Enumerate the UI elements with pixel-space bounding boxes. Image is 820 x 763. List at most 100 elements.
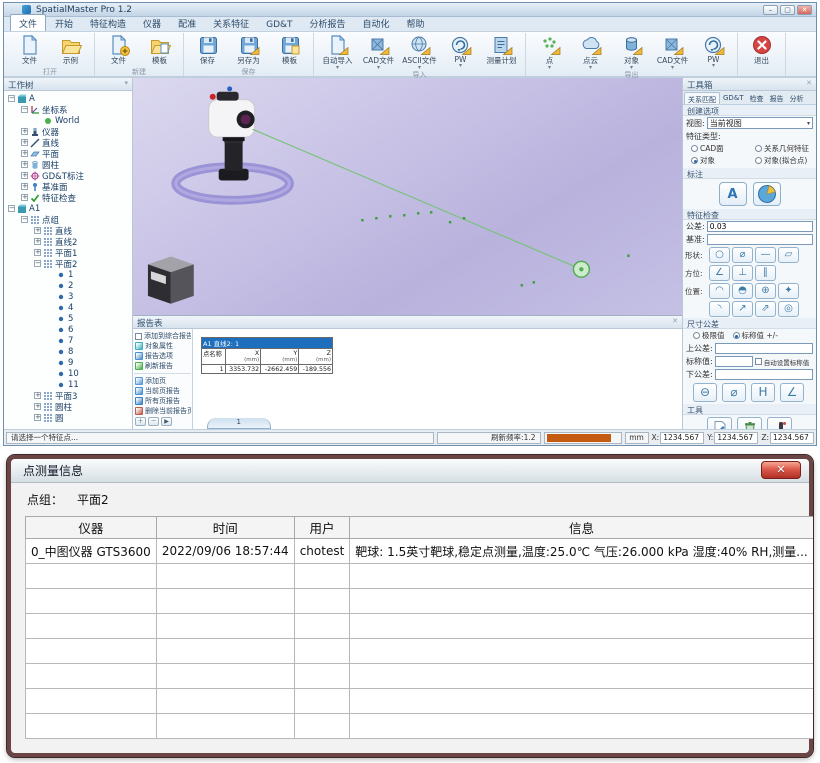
- tree-node-直线[interactable]: +直线: [4, 225, 132, 236]
- tree-node-仪器[interactable]: +仪器: [4, 126, 132, 137]
- report-sidebar-item-2[interactable]: 报告选项: [134, 351, 191, 361]
- tree-node-直线2[interactable]: +直线2: [4, 236, 132, 247]
- dialog-title-bar[interactable]: 点测量信息 ✕: [11, 459, 809, 483]
- tree-node-World[interactable]: World: [4, 115, 132, 126]
- gdt-symbol-button-1-0[interactable]: ∠: [709, 265, 730, 281]
- menu-tab-0[interactable]: 文件: [10, 14, 46, 31]
- gdt-symbol-button-1-2[interactable]: ∥: [755, 265, 776, 281]
- toolbox-tab-0[interactable]: 关系匹配: [684, 92, 720, 104]
- dialog-data-row[interactable]: 0_中图仪器 GTS36002022/09/06 18:57:44chotest…: [26, 539, 814, 564]
- feature-type-radio-1[interactable]: 关系几何特征: [755, 143, 814, 154]
- tree-node-2[interactable]: 2: [4, 280, 132, 291]
- menu-tab-8[interactable]: 自动化: [355, 15, 398, 31]
- ribbon-button-import-plan[interactable]: 测量计划: [481, 33, 522, 66]
- datum-input[interactable]: [707, 234, 813, 245]
- collapse-icon[interactable]: −: [21, 216, 28, 223]
- expand-icon[interactable]: +: [34, 403, 41, 410]
- expand-icon[interactable]: +: [34, 227, 41, 234]
- tree-node-A1[interactable]: −A1: [4, 203, 132, 214]
- label-annotation-button[interactable]: A: [719, 182, 747, 206]
- ribbon-button-save[interactable]: 保存: [187, 33, 228, 66]
- gdt-symbol-button-3-3[interactable]: ◎: [778, 301, 799, 317]
- edit-report-button[interactable]: [707, 417, 732, 429]
- menu-tab-1[interactable]: 开始: [47, 15, 81, 31]
- tree-node-圆柱[interactable]: +圆柱: [4, 159, 132, 170]
- status-unit[interactable]: mm: [625, 432, 649, 444]
- upper-tolerance-input[interactable]: [715, 343, 813, 354]
- gdt-symbol-button-0-0[interactable]: ○: [709, 247, 730, 263]
- gdt-symbol-button-3-1[interactable]: ↗: [732, 301, 753, 317]
- gdt-symbol-button-0-1[interactable]: ⌀: [732, 247, 753, 263]
- report-sidebar-item-3[interactable]: 刷新报告: [134, 361, 191, 371]
- ribbon-button-export-object[interactable]: 对象▾: [611, 33, 652, 70]
- collapse-icon[interactable]: −: [8, 205, 15, 212]
- tree-node-平面1[interactable]: +平面1: [4, 247, 132, 258]
- expand-icon[interactable]: +: [34, 414, 41, 421]
- toolbox-tab-1[interactable]: GD&T: [720, 92, 747, 104]
- expand-icon[interactable]: +: [21, 161, 28, 168]
- gdt-symbol-button-3-2[interactable]: ⇗: [755, 301, 776, 317]
- expand-icon[interactable]: +: [21, 150, 28, 157]
- ribbon-button-export-pw[interactable]: PW▾: [693, 33, 734, 68]
- feature-type-radio-2[interactable]: 对象: [691, 155, 755, 166]
- panel-pin-icon[interactable]: ▾: [124, 79, 128, 89]
- pie-view-button[interactable]: [753, 182, 781, 206]
- dim-symbol-button-0[interactable]: ⊖: [693, 383, 717, 402]
- collapse-icon[interactable]: −: [21, 106, 28, 113]
- tree-node-基准面[interactable]: +基准面: [4, 181, 132, 192]
- collapse-icon[interactable]: −: [34, 260, 41, 267]
- dim-radio-1[interactable]: 标称值 +/-: [733, 330, 778, 341]
- gdt-symbol-button-0-3[interactable]: ▱: [778, 247, 799, 263]
- gdt-symbol-button-0-2[interactable]: —: [755, 247, 776, 263]
- gdt-symbol-button-2-0[interactable]: ◠: [709, 283, 730, 299]
- tree-node-9[interactable]: 9: [4, 357, 132, 368]
- tree-node-6[interactable]: 6: [4, 324, 132, 335]
- toolbox-tab-4[interactable]: 分析: [787, 92, 807, 104]
- menu-tab-7[interactable]: 分析报告: [302, 15, 354, 31]
- expand-icon[interactable]: +: [21, 172, 28, 179]
- collapse-icon[interactable]: −: [8, 95, 15, 102]
- ribbon-button-open-sample[interactable]: 示例: [50, 33, 91, 66]
- tree-node-1[interactable]: 1: [4, 269, 132, 280]
- report-sidebar-item-4[interactable]: 添加页: [134, 376, 191, 386]
- dim-symbol-button-3[interactable]: ∠: [780, 383, 804, 402]
- expand-icon[interactable]: +: [21, 194, 28, 201]
- tree-node-10[interactable]: 10: [4, 368, 132, 379]
- menu-tab-4[interactable]: 配准: [170, 15, 204, 31]
- gdt-symbol-button-1-1[interactable]: ⊥: [732, 265, 753, 281]
- menu-tab-2[interactable]: 特征构造: [82, 15, 134, 31]
- ribbon-button-import-auto[interactable]: 自动导入▾: [317, 33, 358, 70]
- expand-icon[interactable]: +: [34, 249, 41, 256]
- report-sidebar-item-0[interactable]: 添加到综合报告: [134, 331, 191, 341]
- menu-tab-9[interactable]: 帮助: [399, 15, 433, 31]
- toolbox-tab-3[interactable]: 报告: [767, 92, 787, 104]
- auto-nominal-checkbox[interactable]: [755, 358, 762, 365]
- ribbon-button-new-template[interactable]: 模板: [139, 33, 180, 66]
- pager-button-1[interactable]: －: [148, 417, 159, 426]
- maximize-button[interactable]: ▢: [780, 5, 795, 15]
- minimize-button[interactable]: –: [763, 5, 778, 15]
- dim-symbol-button-2[interactable]: H: [751, 383, 775, 402]
- ribbon-button-new-file[interactable]: 文件: [98, 33, 139, 66]
- report-sidebar-item-6[interactable]: 所有页报告: [134, 396, 191, 406]
- tree-node-7[interactable]: 7: [4, 335, 132, 346]
- ribbon-button-import-ascii[interactable]: ASCII文件▾: [399, 33, 440, 70]
- menu-tab-3[interactable]: 仪器: [135, 15, 169, 31]
- menu-tab-5[interactable]: 关系特征: [205, 15, 257, 31]
- expand-icon[interactable]: +: [34, 238, 41, 245]
- expand-icon[interactable]: +: [21, 183, 28, 190]
- gdt-symbol-button-2-3[interactable]: ✦: [778, 283, 799, 299]
- tree-node-平面[interactable]: +平面: [4, 148, 132, 159]
- pager-button-2[interactable]: ▶: [161, 417, 172, 426]
- report-page-tab[interactable]: 1: [207, 418, 271, 429]
- tree-node-4[interactable]: 4: [4, 302, 132, 313]
- ribbon-button-open-file[interactable]: 文件: [9, 33, 50, 66]
- tree-node-圆[interactable]: +圆: [4, 412, 132, 423]
- ribbon-button-import-cad[interactable]: CAD文件▾: [358, 33, 399, 70]
- feature-type-radio-3[interactable]: 对象(拟合点): [755, 155, 814, 166]
- expand-icon[interactable]: +: [21, 139, 28, 146]
- tree-node-5[interactable]: 5: [4, 313, 132, 324]
- nominal-input[interactable]: [715, 356, 753, 367]
- ribbon-button-export-cad[interactable]: CAD文件▾: [652, 33, 693, 70]
- dim-radio-0[interactable]: 极限值: [693, 330, 725, 341]
